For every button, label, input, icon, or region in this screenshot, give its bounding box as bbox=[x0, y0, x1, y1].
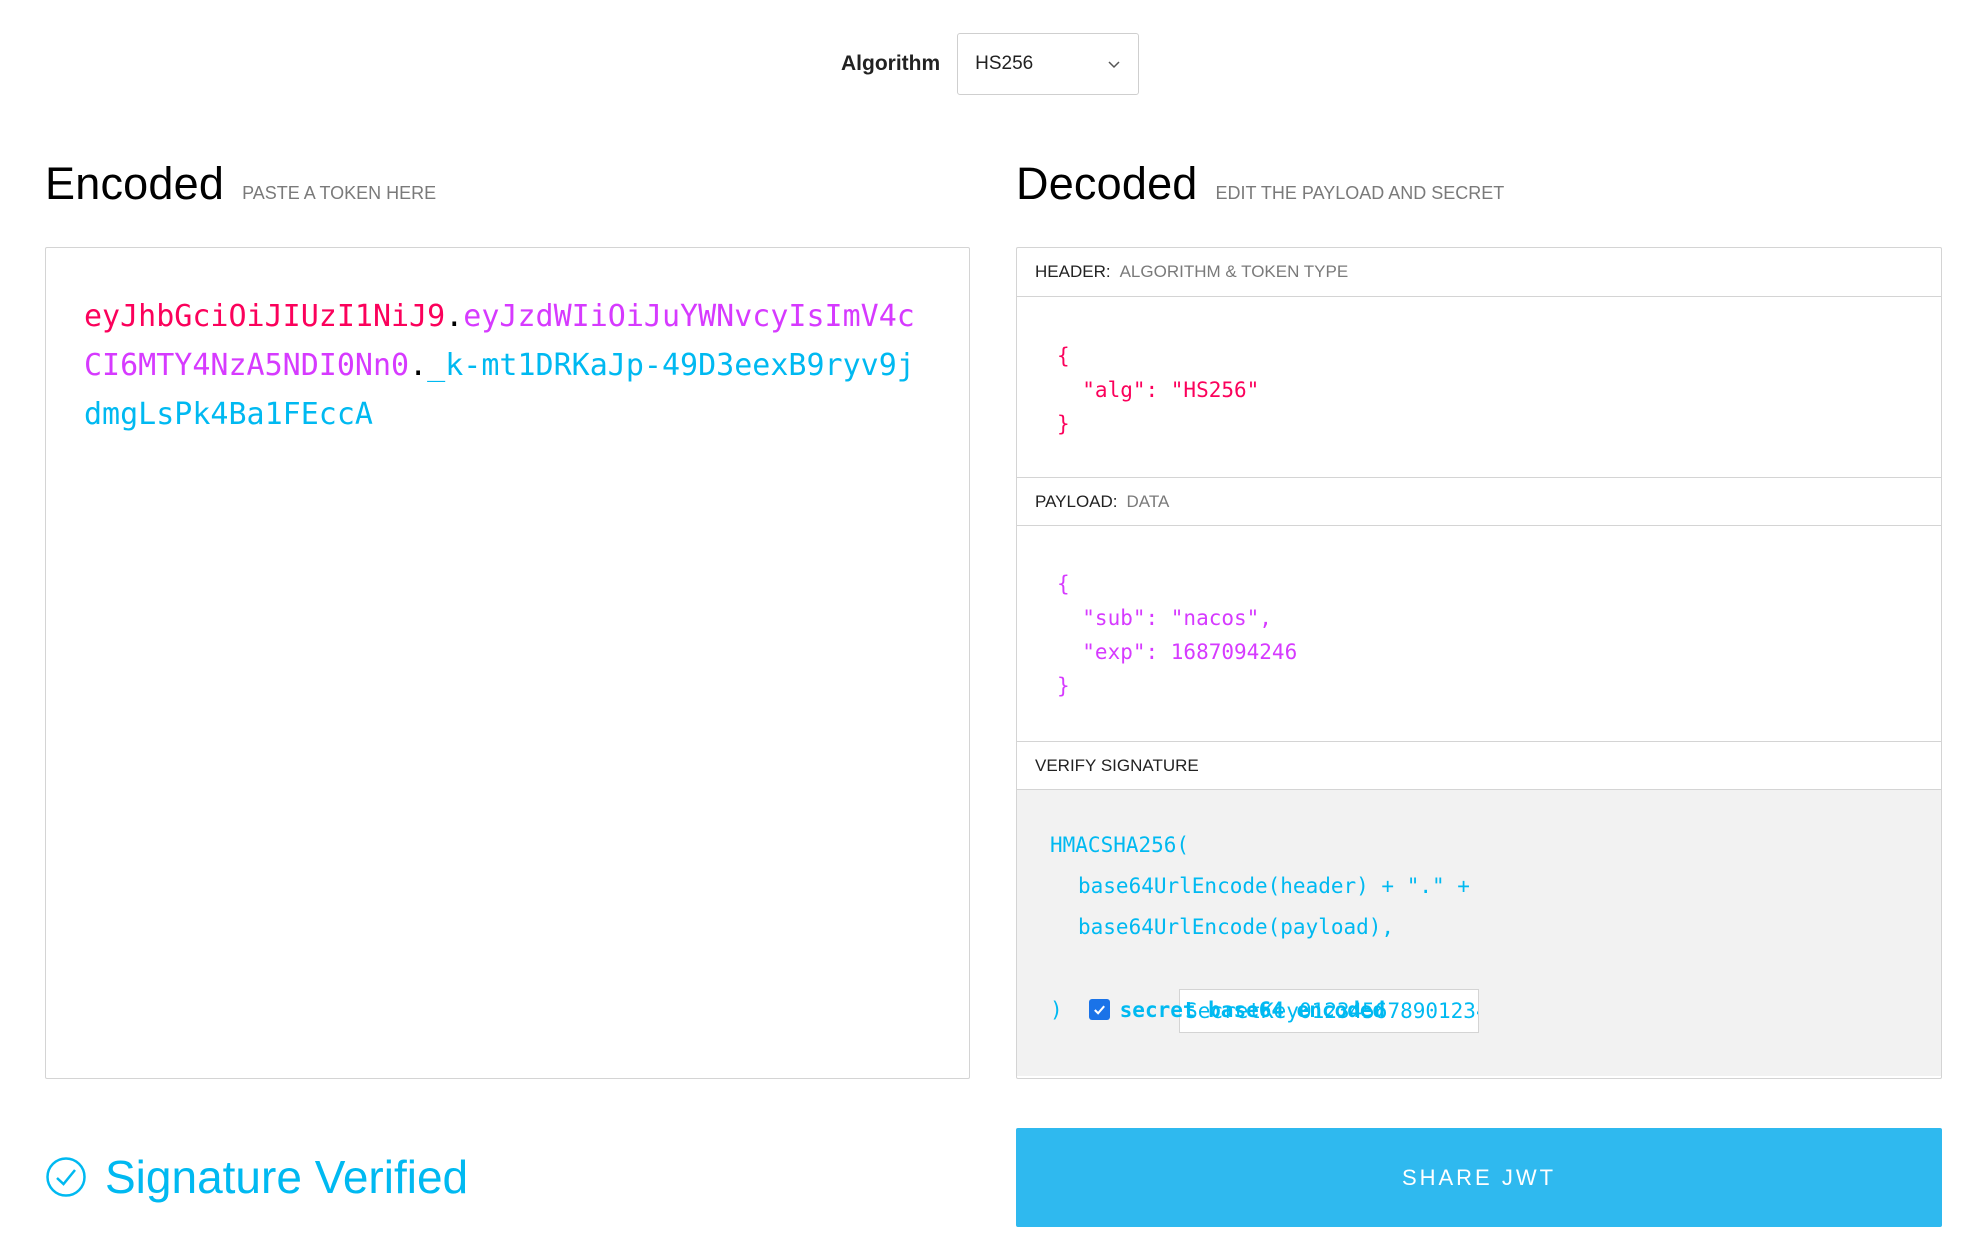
signature-header-line: base64UrlEncode(header) + "." + bbox=[1078, 874, 1470, 898]
token-dot: . bbox=[445, 299, 464, 334]
jwt-debugger-page: Algorithm HS256 Encoded PASTE A TOKEN HE… bbox=[0, 0, 1983, 1256]
signature-section-label: VERIFY SIGNATURE bbox=[1035, 755, 1199, 775]
encoded-subtitle: PASTE A TOKEN HERE bbox=[242, 183, 437, 203]
header-section-desc: ALGORITHM & TOKEN TYPE bbox=[1119, 262, 1349, 281]
check-circle-icon bbox=[46, 1157, 86, 1197]
decoded-heading: Decoded EDIT THE PAYLOAD AND SECRET bbox=[1016, 158, 1504, 210]
algorithm-select[interactable]: HS256 bbox=[957, 33, 1140, 95]
signature-func-line: HMACSHA256( bbox=[1050, 833, 1190, 857]
payload-json-editor[interactable]: { "sub": "nacos", "exp": 1687094246 } bbox=[1017, 526, 1941, 741]
encoded-title: Encoded bbox=[45, 158, 225, 209]
payload-section-heading: PAYLOAD: DATA bbox=[1017, 477, 1941, 526]
header-json-editor[interactable]: { "alg": "HS256" } bbox=[1017, 297, 1941, 477]
signature-close-paren: ) bbox=[1050, 997, 1063, 1022]
token-header-part: eyJhbGciOiJIUzI1NiJ9 bbox=[84, 299, 446, 334]
decoded-panel: HEADER: ALGORITHM & TOKEN TYPE { "alg": … bbox=[1016, 247, 1942, 1079]
header-section-label: HEADER: bbox=[1035, 262, 1111, 281]
share-jwt-button[interactable]: SHARE JWT bbox=[1016, 1128, 1942, 1227]
header-section-heading: HEADER: ALGORITHM & TOKEN TYPE bbox=[1017, 248, 1941, 297]
payload-section-desc: DATA bbox=[1126, 491, 1170, 511]
algorithm-row: Algorithm HS256 bbox=[841, 33, 1140, 95]
secret-row: SecretKey0123456789012345678901234567890… bbox=[1050, 948, 1908, 1033]
checkmark-icon bbox=[1093, 1005, 1105, 1015]
algorithm-label: Algorithm bbox=[841, 52, 941, 75]
signature-payload-line: base64UrlEncode(payload), bbox=[1078, 915, 1395, 939]
encoded-token-textarea[interactable]: eyJhbGciOiJIUzI1NiJ9.eyJzdWIiOiJuYWNvcyI… bbox=[45, 247, 970, 1079]
decoded-title: Decoded bbox=[1016, 158, 1198, 209]
signature-area: HMACSHA256( base64UrlEncode(header) + ".… bbox=[1017, 790, 1941, 1076]
payload-section-label: PAYLOAD: bbox=[1035, 491, 1118, 511]
signature-status-text: Signature Verified bbox=[105, 1151, 469, 1203]
chevron-down-icon bbox=[1108, 61, 1120, 69]
encoded-heading: Encoded PASTE A TOKEN HERE bbox=[45, 158, 436, 210]
base64-checkbox[interactable] bbox=[1088, 999, 1110, 1020]
signature-section-heading: VERIFY SIGNATURE bbox=[1017, 741, 1941, 790]
signature-status: Signature Verified bbox=[45, 1150, 468, 1204]
decoded-subtitle: EDIT THE PAYLOAD AND SECRET bbox=[1215, 183, 1505, 203]
base64-label: secret base64 encoded bbox=[1119, 997, 1386, 1022]
algorithm-selected-value: HS256 bbox=[975, 53, 1034, 74]
token-dot: . bbox=[409, 348, 428, 383]
